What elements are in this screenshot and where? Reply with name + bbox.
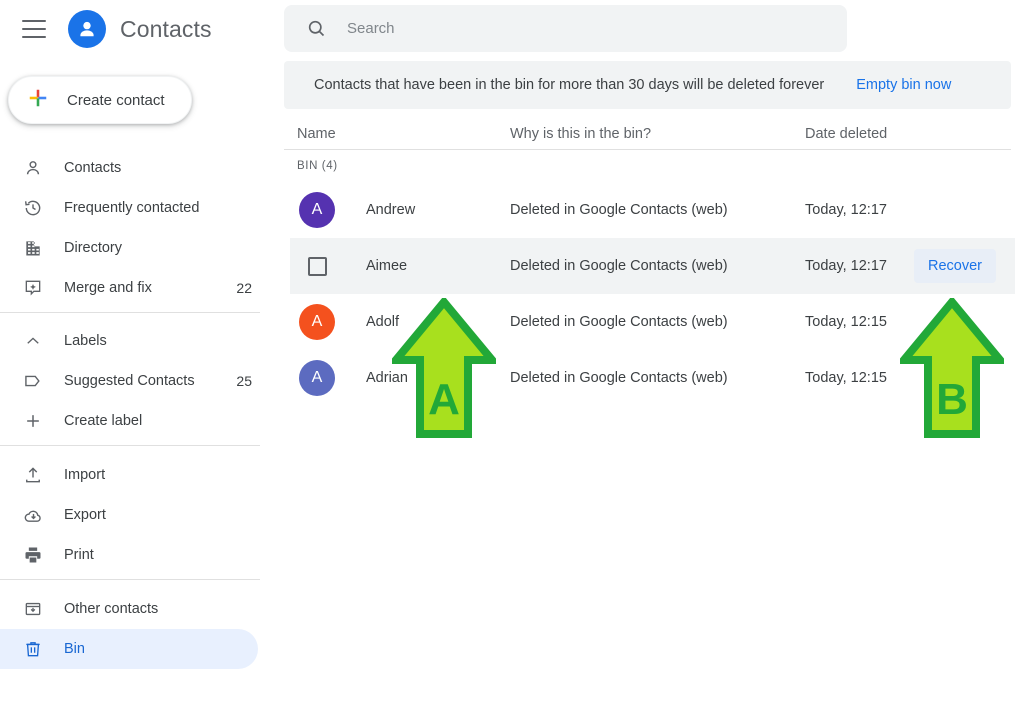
table-row[interactable]: A Adrian Deleted in Google Contacts (web… xyxy=(290,350,1015,406)
sidebar-item-create-label[interactable]: Create label xyxy=(0,401,258,441)
table-row[interactable]: A Adolf Deleted in Google Contacts (web)… xyxy=(290,294,1015,350)
contact-date-deleted: Today, 12:17 xyxy=(805,202,887,218)
sidebar-item-labels[interactable]: Labels xyxy=(0,321,258,361)
table-row[interactable]: Aimee Deleted in Google Contacts (web) T… xyxy=(290,238,1015,294)
sidebar-group-labels: Labels Suggested Contacts 25 Create labe… xyxy=(0,321,280,441)
sidebar-item-label: Other contacts xyxy=(64,601,252,617)
page-title: Contacts xyxy=(120,16,212,43)
sidebar-item-label: Bin xyxy=(64,641,252,657)
sidebar-divider-2 xyxy=(0,445,260,446)
search-bar[interactable] xyxy=(284,5,847,52)
plus-icon xyxy=(22,410,44,432)
sidebar-item-directory[interactable]: Directory xyxy=(0,228,258,268)
contacts-person-icon xyxy=(68,10,106,48)
person-icon xyxy=(22,157,44,179)
sidebar-item-count: 25 xyxy=(236,373,258,389)
avatar: A xyxy=(299,192,335,228)
sidebar-item-label: Create label xyxy=(64,413,252,429)
chevron-up-icon xyxy=(22,330,44,352)
sidebar-item-print[interactable]: Print xyxy=(0,535,258,575)
recover-button[interactable]: Recover xyxy=(914,249,996,283)
bin-group-label: BIN (4) xyxy=(280,150,1015,182)
trash-icon xyxy=(22,638,44,660)
column-header-date: Date deleted xyxy=(805,126,887,142)
search-input[interactable] xyxy=(347,20,831,37)
sidebar-item-label: Contacts xyxy=(64,160,252,176)
sidebar-item-label: Directory xyxy=(64,240,252,256)
sidebar-item-export[interactable]: Export xyxy=(0,495,258,535)
sidebar-group-storage: Other contacts Bin xyxy=(0,589,280,669)
row-checkbox[interactable] xyxy=(299,248,335,284)
contact-name: Adrian xyxy=(366,370,408,386)
avatar: A xyxy=(299,360,335,396)
sidebar-item-contacts[interactable]: Contacts xyxy=(0,148,258,188)
hamburger-icon[interactable] xyxy=(22,20,46,38)
upload-icon xyxy=(22,464,44,486)
sidebar-divider-3 xyxy=(0,579,260,580)
sidebar-group-main: Contacts Frequently contacted Directory xyxy=(0,148,280,308)
merge-icon xyxy=(22,277,44,299)
sidebar-item-label: Export xyxy=(64,507,252,523)
sidebar-item-bin[interactable]: Bin xyxy=(0,629,258,669)
google-plus-icon xyxy=(27,87,49,114)
sidebar-divider-1 xyxy=(0,312,260,313)
sidebar-item-merge-and-fix[interactable]: Merge and fix 22 xyxy=(0,268,258,308)
sidebar-item-frequently-contacted[interactable]: Frequently contacted xyxy=(0,188,258,228)
avatar: A xyxy=(299,304,335,340)
top-bar xyxy=(280,0,1015,58)
main-content: Contacts that have been in the bin for m… xyxy=(280,0,1015,704)
table-row[interactable]: A Andrew Deleted in Google Contacts (web… xyxy=(290,182,1015,238)
sidebar-item-label: Merge and fix xyxy=(64,280,236,296)
create-contact-button[interactable]: Create contact xyxy=(8,76,192,124)
printer-icon xyxy=(22,544,44,566)
empty-bin-now-button[interactable]: Empty bin now xyxy=(856,77,951,93)
sidebar-item-suggested-contacts[interactable]: Suggested Contacts 25 xyxy=(0,361,258,401)
contact-name: Aimee xyxy=(366,258,407,274)
contact-name: Andrew xyxy=(366,202,415,218)
contact-date-deleted: Today, 12:17 xyxy=(805,258,887,274)
contact-reason: Deleted in Google Contacts (web) xyxy=(510,370,728,386)
building-icon xyxy=(22,237,44,259)
archive-box-icon xyxy=(22,598,44,620)
contacts-table: Name Why is this in the bin? Date delete… xyxy=(280,118,1015,406)
sidebar-item-count: 22 xyxy=(236,280,258,296)
contact-reason: Deleted in Google Contacts (web) xyxy=(510,258,728,274)
history-icon xyxy=(22,197,44,219)
sidebar-group-tools: Import Export Print xyxy=(0,455,280,575)
label-tag-icon xyxy=(22,370,44,392)
create-contact-label: Create contact xyxy=(67,92,165,109)
sidebar-item-label: Frequently contacted xyxy=(64,200,252,216)
contact-date-deleted: Today, 12:15 xyxy=(805,314,887,330)
sidebar: Contacts Create contact Contacts xyxy=(0,0,280,704)
column-header-name: Name xyxy=(297,126,336,142)
contact-reason: Deleted in Google Contacts (web) xyxy=(510,314,728,330)
sidebar-item-label: Print xyxy=(64,547,252,563)
contact-name: Adolf xyxy=(366,314,399,330)
sidebar-item-label: Import xyxy=(64,467,252,483)
sidebar-item-label: Suggested Contacts xyxy=(64,373,236,389)
sidebar-item-import[interactable]: Import xyxy=(0,455,258,495)
search-icon xyxy=(306,18,327,39)
cloud-download-icon xyxy=(22,504,44,526)
contact-reason: Deleted in Google Contacts (web) xyxy=(510,202,728,218)
bin-retention-banner: Contacts that have been in the bin for m… xyxy=(284,61,1011,109)
contact-date-deleted: Today, 12:15 xyxy=(805,370,887,386)
table-header-row: Name Why is this in the bin? Date delete… xyxy=(284,118,1011,150)
brand-row: Contacts xyxy=(0,0,280,58)
sidebar-item-other-contacts[interactable]: Other contacts xyxy=(0,589,258,629)
banner-message: Contacts that have been in the bin for m… xyxy=(314,77,824,93)
sidebar-item-label: Labels xyxy=(64,333,252,349)
column-header-reason: Why is this in the bin? xyxy=(510,126,651,142)
